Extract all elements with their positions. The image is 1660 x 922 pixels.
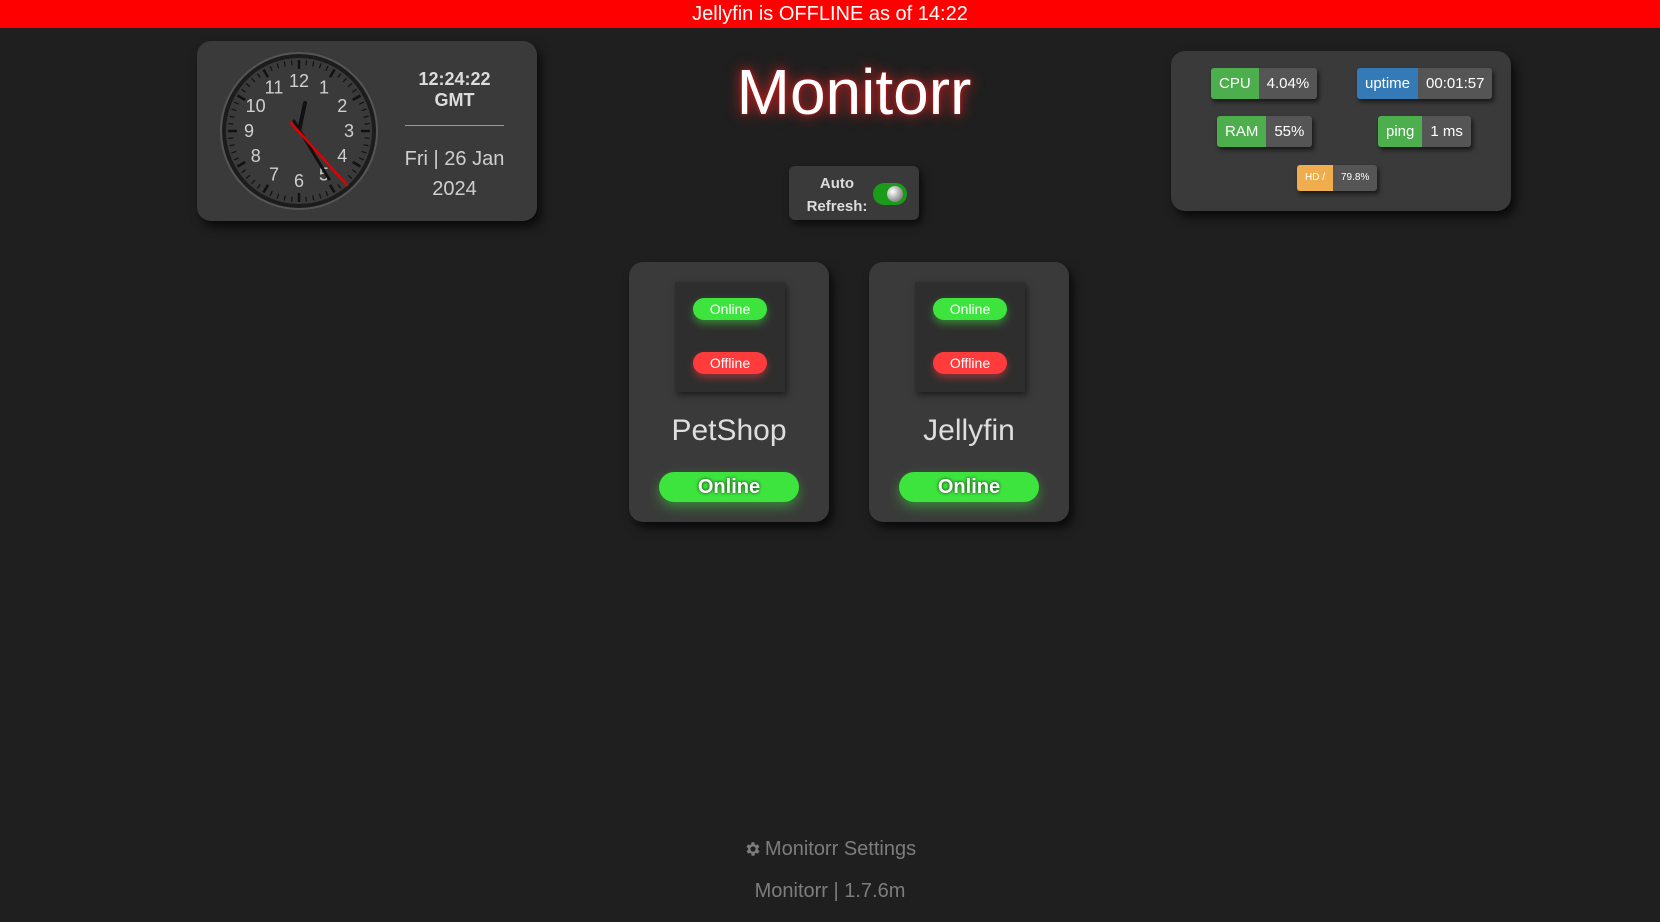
clock-tick: [364, 122, 370, 125]
logo-offline-pill: Offline: [693, 352, 767, 374]
clock-time: 12:24:22 GMT: [405, 69, 504, 126]
page-title: Monitorr: [736, 56, 972, 128]
cpu-value: 4.04%: [1258, 68, 1318, 99]
version-text: Monitorr | 1.7.6m: [754, 880, 906, 902]
service-status-badge: Online: [899, 472, 1039, 502]
gear-icon: [746, 842, 760, 856]
settings-label: Monitorr Settings: [764, 838, 917, 860]
ram-value: 55%: [1266, 116, 1313, 147]
service-status-badge: Online: [659, 472, 799, 502]
service-logo: Online Offline: [675, 282, 785, 392]
clock-number: 2: [337, 96, 347, 116]
clock-tick: [305, 60, 308, 66]
clock-card: 12 1 2 3 4 5 6 7 8 9 10 11 12:24:22 GMT Fri | 26 Ja…: [197, 41, 537, 221]
ram-label: RAM: [1217, 116, 1267, 147]
logo-online-pill: Online: [933, 298, 1007, 320]
uptime-label: uptime: [1357, 68, 1419, 99]
uptime-value: 00:01:57: [1418, 68, 1493, 99]
logo-offline-pill: Offline: [933, 352, 1007, 374]
clock-number: 4: [337, 146, 347, 166]
clock-tick: [228, 137, 234, 140]
clock-tick: [228, 122, 234, 125]
service-name: PetShop: [671, 414, 787, 447]
clock-tick: [305, 196, 308, 202]
cpu-label: CPU: [1211, 68, 1259, 99]
auto-refresh-box: Auto Refresh:: [789, 166, 919, 220]
clock-number: 11: [265, 78, 284, 98]
clock-number: 8: [251, 146, 261, 166]
clock-date-day: Fri | 26 Jan: [404, 148, 505, 170]
analog-clock: 12 1234567891011: [220, 52, 378, 210]
hd-value: 79.8%: [1333, 165, 1378, 191]
clock-number: 9: [244, 121, 254, 141]
cpu-stat: CPU 4.04%: [1211, 68, 1318, 99]
system-stats-card: CPU 4.04% uptime 00:01:57 RAM 55% ping 1…: [1171, 51, 1511, 211]
auto-refresh-label-1: Auto: [819, 175, 855, 192]
service-card-petshop[interactable]: Online Offline PetShop Online: [629, 262, 829, 522]
clock-number: 6: [294, 171, 304, 191]
service-logo: Online Offline: [915, 282, 1025, 392]
ping-value: 1 ms: [1422, 116, 1471, 147]
service-card-jellyfin[interactable]: Online Offline Jellyfin Online: [869, 262, 1069, 522]
hd-stat: HD / 79.8%: [1297, 165, 1378, 191]
toggle-knob: [887, 186, 903, 202]
hd-label: HD /: [1297, 165, 1333, 191]
clock-tick: [290, 196, 293, 202]
clock-tick: [290, 60, 293, 66]
ping-label: ping: [1378, 116, 1423, 147]
monitorr-settings-link[interactable]: Monitorr Settings: [0, 838, 1660, 861]
offline-banner: Jellyfin is OFFLINE as of 14:22: [0, 0, 1660, 28]
clock-date-year: 2024: [432, 178, 477, 200]
ram-stat: RAM 55%: [1217, 116, 1313, 147]
uptime-stat: uptime 00:01:57: [1357, 68, 1493, 99]
clock-number: 10: [246, 96, 266, 116]
auto-refresh-label-2: Refresh:: [806, 198, 868, 215]
clock-number: 3: [344, 121, 354, 141]
logo-online-pill: Online: [693, 298, 767, 320]
clock-tick: [364, 137, 370, 140]
ping-stat: ping 1 ms: [1378, 116, 1471, 147]
clock-number: 1: [319, 78, 329, 98]
clock-number: 7: [269, 164, 279, 184]
auto-refresh-toggle[interactable]: [873, 183, 907, 205]
service-name: Jellyfin: [923, 414, 1015, 447]
clock-number: 12: [289, 71, 309, 91]
